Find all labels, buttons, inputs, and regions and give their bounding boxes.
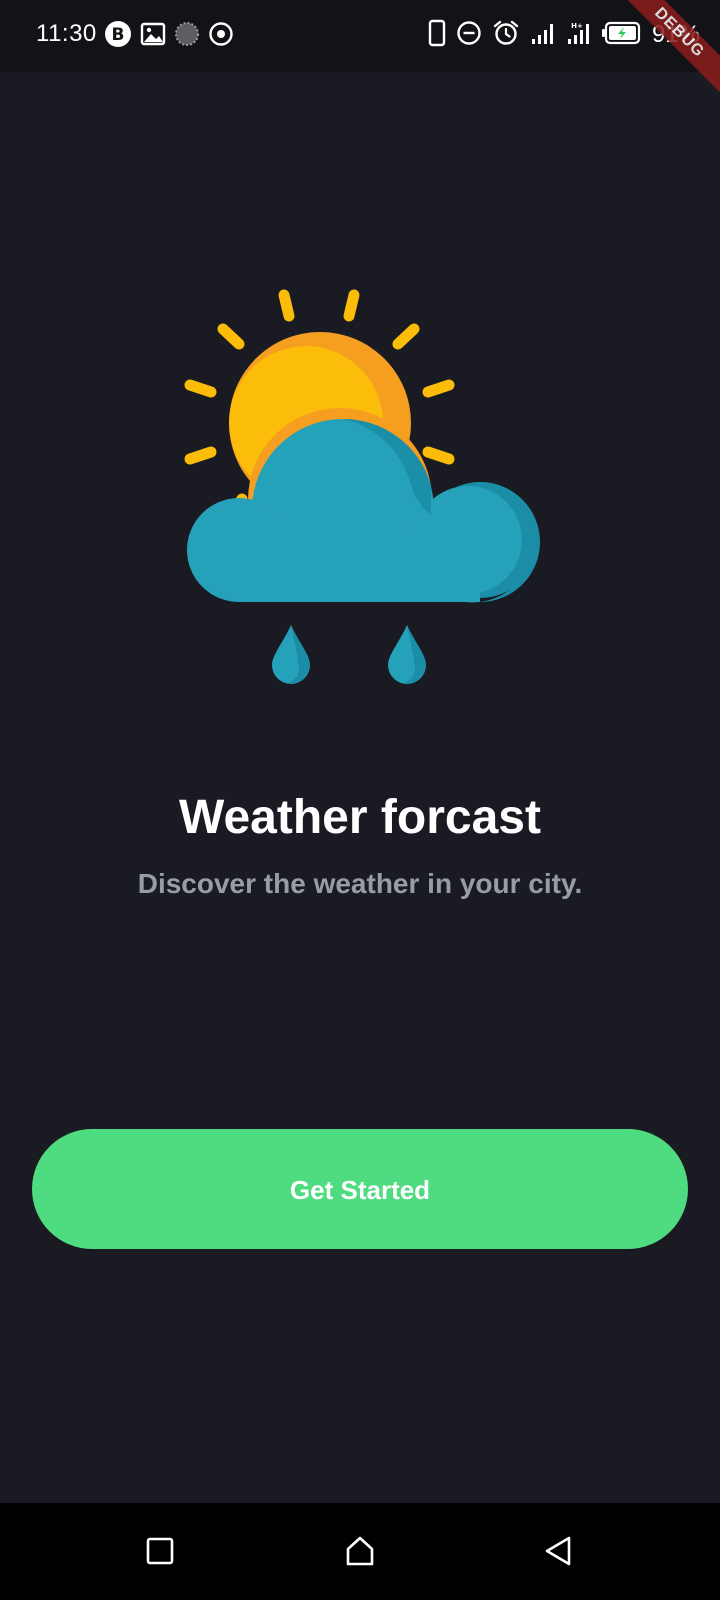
status-bar: 11:30 B H+ DEBUG — [0, 0, 720, 103]
signal-icon — [530, 20, 556, 51]
record-icon — [208, 21, 234, 52]
rain-drops — [272, 625, 426, 684]
notification-icons: B — [104, 20, 234, 53]
onboarding-screen: 11:30 B H+ DEBUG Weather forcast Discove… — [0, 0, 720, 1600]
svg-text:H+: H+ — [571, 22, 583, 30]
phone-icon — [428, 19, 446, 52]
page-subtitle: Discover the weather in your city. — [137, 868, 583, 899]
battery-charging-icon — [601, 21, 642, 50]
signal-icon: H+ — [566, 20, 592, 51]
do-not-disturb-icon — [456, 20, 482, 51]
status-time: 11:30 — [36, 20, 97, 47]
back-icon — [543, 1535, 573, 1572]
home-button[interactable] — [340, 1533, 380, 1573]
bitcoin-icon: B — [104, 20, 132, 53]
gallery-icon — [140, 21, 166, 52]
navigation-bar — [0, 1503, 720, 1600]
page-title: Weather forcast — [179, 791, 541, 844]
svg-text:B: B — [112, 25, 125, 45]
debug-banner: DEBUG — [609, 0, 720, 103]
loading-icon — [174, 21, 200, 52]
back-button[interactable] — [538, 1533, 578, 1573]
get-started-button[interactable]: Get Started — [32, 1129, 688, 1249]
home-icon — [344, 1535, 376, 1572]
recents-button[interactable] — [140, 1533, 180, 1573]
sun-cloud-rain-icon — [180, 285, 540, 705]
recents-icon — [145, 1536, 175, 1571]
alarm-icon — [492, 19, 520, 52]
